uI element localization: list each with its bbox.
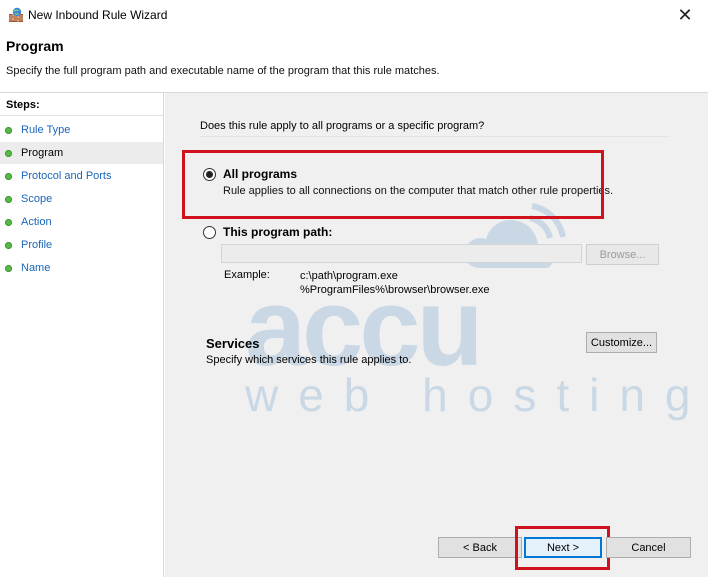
- step-status-icon: [5, 241, 12, 249]
- step-status-icon: [5, 172, 12, 180]
- step-label: Protocol and Ports: [21, 170, 112, 182]
- highlight-next-button: [515, 526, 610, 570]
- step-name[interactable]: Name: [0, 257, 163, 279]
- services-title: Services: [206, 336, 260, 351]
- step-profile[interactable]: Profile: [0, 234, 163, 256]
- step-program[interactable]: Program: [0, 142, 163, 164]
- example-label: Example:: [224, 269, 270, 281]
- page-header: Program Specify the full program path an…: [0, 30, 708, 92]
- steps-divider: [0, 115, 163, 116]
- step-action[interactable]: Action: [0, 211, 163, 233]
- example-line-2: %ProgramFiles%\browser\browser.exe: [300, 284, 490, 296]
- step-status-icon: [5, 126, 12, 134]
- this-program-option[interactable]: This program path:: [203, 225, 332, 239]
- example-line-1: c:\path\program.exe: [300, 270, 398, 282]
- step-label: Profile: [21, 239, 53, 251]
- main-content: accu web hosting Does this rule apply to…: [165, 93, 708, 577]
- watermark-line2: web hosting: [245, 369, 708, 421]
- this-program-label: This program path:: [223, 225, 333, 239]
- title-bar: New Inbound Rule Wizard ✕: [0, 0, 708, 30]
- step-label: Scope: [21, 193, 53, 205]
- page-title: Program: [6, 38, 64, 54]
- close-button[interactable]: ✕: [662, 0, 708, 30]
- browse-button[interactable]: Browse...: [586, 244, 659, 265]
- step-status-icon: [5, 149, 12, 157]
- question-divider: [200, 136, 670, 137]
- cancel-button[interactable]: Cancel: [606, 537, 691, 558]
- steps-sidebar: Steps: Rule Type Program Protocol and Po…: [0, 93, 164, 577]
- step-status-icon: [5, 264, 12, 272]
- page-subtitle: Specify the full program path and execut…: [6, 65, 440, 77]
- back-button[interactable]: < Back: [438, 537, 522, 558]
- close-icon: ✕: [677, 4, 693, 25]
- watermark-logo: accu web hosting: [245, 203, 708, 498]
- program-path-input[interactable]: [221, 244, 582, 263]
- step-scope[interactable]: Scope: [0, 188, 163, 210]
- question-text: Does this rule apply to all programs or …: [200, 120, 485, 132]
- this-program-radio[interactable]: [203, 225, 216, 239]
- firewall-app-icon: [9, 7, 23, 22]
- example-value: c:\path\program.exe %ProgramFiles%\brows…: [300, 269, 490, 297]
- window-title: New Inbound Rule Wizard: [28, 8, 168, 22]
- services-description: Specify which services this rule applies…: [206, 354, 412, 366]
- customize-button[interactable]: Customize...: [586, 332, 657, 353]
- highlight-all-programs: [182, 150, 604, 219]
- step-rule-type[interactable]: Rule Type: [0, 119, 163, 141]
- step-label: Rule Type: [21, 124, 71, 136]
- step-protocol-and-ports[interactable]: Protocol and Ports: [0, 165, 163, 187]
- step-label: Action: [21, 216, 52, 228]
- step-label: Program: [21, 147, 64, 159]
- step-label: Name: [21, 262, 51, 274]
- step-status-icon: [5, 218, 12, 226]
- step-status-icon: [5, 195, 12, 203]
- steps-label: Steps:: [6, 99, 40, 111]
